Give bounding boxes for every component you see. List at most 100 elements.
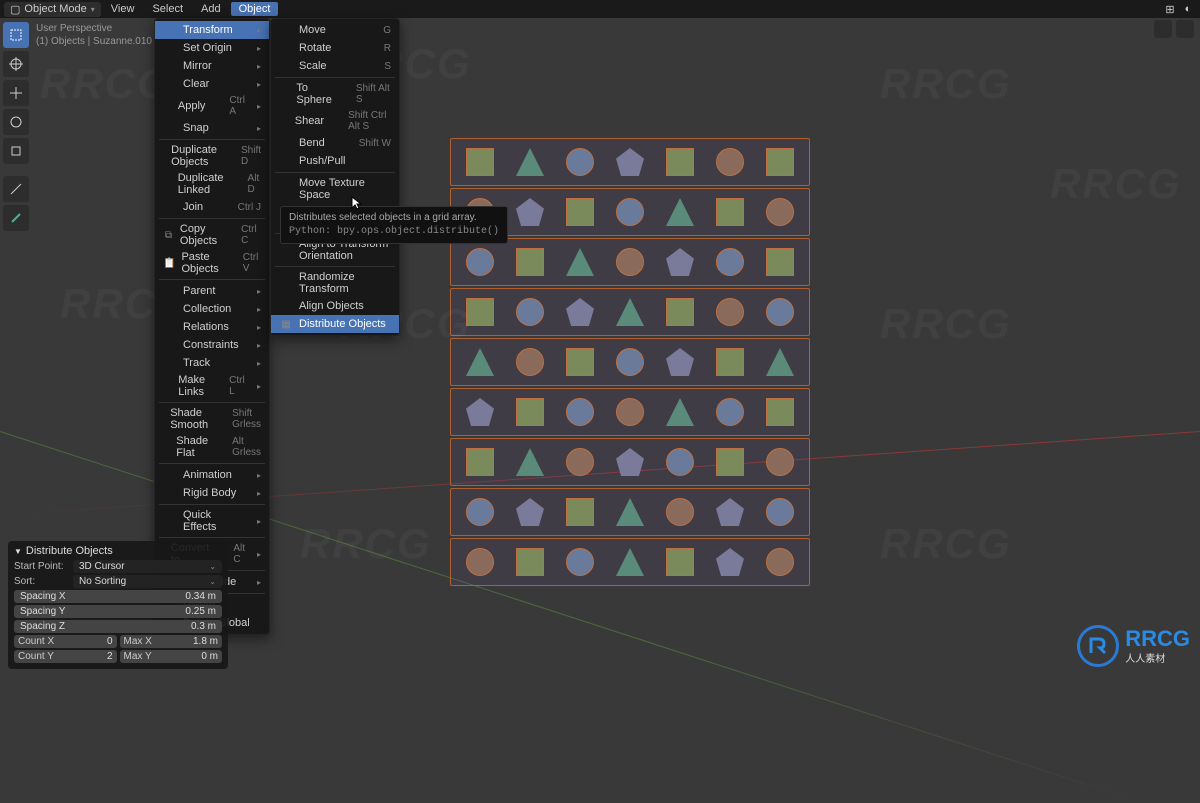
menu-item-distribute-objects[interactable]: ▦Distribute Objects [271, 315, 399, 333]
shortcut-label: S [384, 61, 391, 72]
disclosure-triangle-icon: ▼ [14, 547, 22, 556]
tooltip-python: Python: bpy.ops.object.distribute() [289, 225, 499, 239]
submenu-arrow-icon: ▸ [257, 323, 261, 332]
rotate-tool[interactable] [3, 109, 29, 135]
spacing-y-field[interactable]: Spacing Y0.25 m [14, 605, 222, 618]
tooltip-desc: Distributes selected objects in a grid a… [289, 211, 499, 225]
menu-item-move-texture-space[interactable]: Move Texture Space [271, 175, 399, 203]
menu-item-label: Distribute Objects [299, 318, 391, 330]
spacing-z-field[interactable]: Spacing Z0.3 m [14, 620, 222, 633]
start-point-select[interactable]: 3D Cursor⌄ [73, 560, 222, 573]
menu-object[interactable]: Object [231, 2, 279, 16]
menu-item-duplicate-objects[interactable]: Duplicate ObjectsShift D [155, 142, 269, 170]
submenu-arrow-icon: ▸ [257, 287, 261, 296]
chevron-down-icon: ⌄ [209, 577, 216, 586]
viewport-controls [1154, 20, 1194, 38]
menu-item-copy-objects[interactable]: ⧉Copy ObjectsCtrl C [155, 221, 269, 249]
menu-item-quick-effects[interactable]: Quick Effects ▸ [155, 507, 269, 535]
submenu-arrow-icon: ▸ [257, 124, 261, 133]
annotate-tool[interactable] [3, 205, 29, 231]
toolbar [3, 22, 29, 231]
menu-item-relations[interactable]: Relations▸ [155, 318, 269, 336]
submenu-arrow-icon: ▸ [257, 62, 261, 71]
menu-item-label: Snap [183, 122, 245, 134]
max-x-field[interactable]: Max X1.8 m [120, 635, 223, 648]
menu-item-label: Track [183, 357, 245, 369]
sort-select[interactable]: No Sorting⌄ [73, 575, 222, 588]
menu-add[interactable]: Add [193, 2, 229, 16]
menu-item-snap[interactable]: Snap ▸ [155, 119, 269, 137]
menu-item-label: Shade Smooth [170, 407, 208, 431]
submenu-arrow-icon: ▸ [257, 382, 261, 391]
menu-item-rotate[interactable]: RotateR [271, 39, 399, 57]
menu-item-scale[interactable]: ScaleS [271, 57, 399, 75]
watermark-logo: RRCG 人人素材 [1077, 625, 1190, 667]
menu-item-clear[interactable]: Clear▸ [155, 75, 269, 93]
menu-item-align-objects[interactable]: Align Objects [271, 297, 399, 315]
count-x-field[interactable]: Count X0 [14, 635, 117, 648]
menu-item-to-sphere[interactable]: To SphereShift Alt S [271, 80, 399, 108]
overlay-icon[interactable]: ⊞ [1162, 1, 1178, 17]
camera-icon[interactable] [1154, 20, 1172, 38]
field-value: 0.25 m [185, 606, 216, 617]
menu-item-shear[interactable]: Shear Shift Ctrl Alt S [271, 108, 399, 134]
menu-item-shade-flat[interactable]: Shade FlatAlt Grless [155, 433, 269, 461]
menu-item-make-links[interactable]: Make LinksCtrl L▸ [155, 372, 269, 400]
menu-item-shade-smooth[interactable]: Shade SmoothShift Grless [155, 405, 269, 433]
menu-item-label: Align Objects [299, 300, 391, 312]
menu-item-label: Join [183, 201, 214, 213]
max-y-field[interactable]: Max Y0 m [120, 650, 223, 663]
menu-item-label: Duplicate Linked [178, 172, 224, 196]
cursor-tool[interactable] [3, 51, 29, 77]
menu-item-duplicate-linked[interactable]: Duplicate LinkedAlt D [155, 170, 269, 198]
menu-item-parent[interactable]: Parent▸ [155, 282, 269, 300]
menu-item-label: Animation [183, 469, 245, 481]
watermark: RRCG [880, 520, 1012, 568]
menu-item-set-origin[interactable]: Set Origin▸ [155, 39, 269, 57]
shortcut-label: Alt C [233, 543, 245, 565]
count-y-field[interactable]: Count Y2 [14, 650, 117, 663]
scale-tool[interactable] [3, 138, 29, 164]
menu-item-track[interactable]: Track▸ [155, 354, 269, 372]
mode-selector[interactable]: ▢ Object Mode ▾ [4, 2, 101, 17]
shortcut-label: Ctrl V [243, 252, 261, 274]
panel-title-row[interactable]: ▼ Distribute Objects [14, 545, 222, 557]
menu-item-apply[interactable]: ApplyCtrl A▸ [155, 93, 269, 119]
gizmo-icon[interactable] [1176, 20, 1194, 38]
spacing-x-field[interactable]: Spacing X0.34 m [14, 590, 222, 603]
shading-icon[interactable]: ◐ [1180, 1, 1196, 17]
select-tool[interactable] [3, 22, 29, 48]
start-point-label: Start Point: [14, 561, 70, 572]
menu-item-join[interactable]: JoinCtrl J [155, 198, 269, 216]
menu-select[interactable]: Select [144, 2, 191, 16]
measure-tool[interactable] [3, 176, 29, 202]
menu-item-transform[interactable]: Transform▸ [155, 21, 269, 39]
menu-item-animation[interactable]: Animation▸ [155, 466, 269, 484]
submenu-arrow-icon: ▸ [257, 305, 261, 314]
menu-item-collection[interactable]: Collection▸ [155, 300, 269, 318]
watermark: RRCG [880, 60, 1012, 108]
menu-item-label: Quick Effects [183, 509, 245, 533]
menu-item-push-pull[interactable]: Push/Pull [271, 152, 399, 170]
field-label: Spacing X [20, 591, 185, 602]
menu-item-label: Shear [295, 115, 324, 127]
menu-item-mirror[interactable]: Mirror▸ [155, 57, 269, 75]
move-tool[interactable] [3, 80, 29, 106]
menu-item-label: Move [299, 24, 359, 36]
menu-item-label: Set Origin [183, 42, 245, 54]
logo-text: RRCG [1125, 628, 1190, 650]
menu-item-label: Apply [178, 100, 206, 112]
menu-item-label: Rigid Body [183, 487, 245, 499]
menu-item-paste-objects[interactable]: 📋Paste ObjectsCtrl V [155, 249, 269, 277]
menu-item-constraints[interactable]: Constraints▸ [155, 336, 269, 354]
menu-item-randomize-transform[interactable]: Randomize Transform [271, 269, 399, 297]
operator-panel[interactable]: ▼ Distribute Objects Start Point: 3D Cur… [8, 541, 228, 669]
menu-item-bend[interactable]: BendShift W [271, 134, 399, 152]
submenu-arrow-icon: ▸ [257, 517, 261, 526]
menu-view[interactable]: View [103, 2, 143, 16]
field-value: 0.34 m [185, 591, 216, 602]
menu-item-move[interactable]: MoveG [271, 21, 399, 39]
menu-item-rigid-body[interactable]: Rigid Body▸ [155, 484, 269, 502]
shortcut-label: Ctrl A [229, 95, 245, 117]
shortcut-label: Shift Ctrl Alt S [348, 110, 391, 132]
